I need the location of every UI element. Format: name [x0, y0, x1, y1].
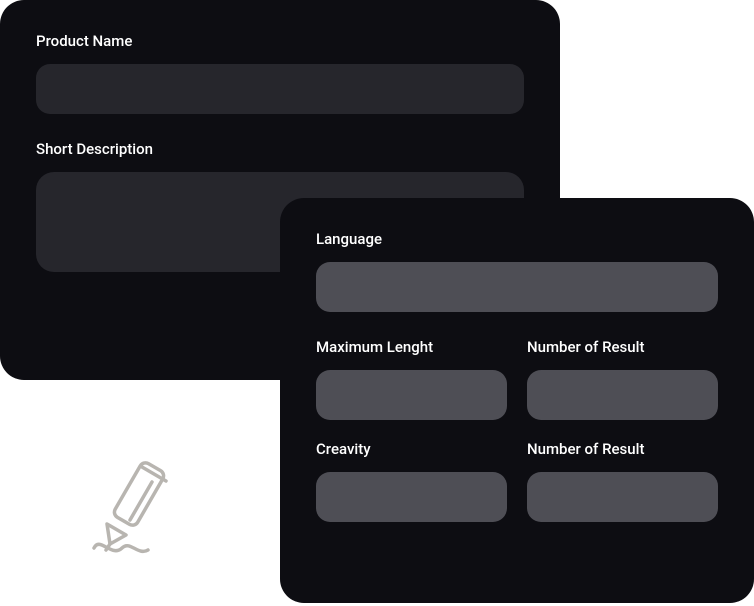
form-card-front: Language Maximum Lenght Number of Result… — [280, 198, 754, 603]
short-description-label: Short Description — [36, 140, 524, 158]
col-number-result-2: Number of Result — [527, 440, 718, 542]
maximum-length-label: Maximum Lenght — [316, 338, 507, 356]
creativity-label: Creavity — [316, 440, 507, 458]
col-max-length: Maximum Lenght — [316, 338, 507, 440]
pencil-doodle-icon — [86, 448, 206, 568]
col-number-result-1: Number of Result — [527, 338, 718, 440]
product-name-input[interactable] — [36, 64, 524, 114]
row-2: Creavity Number of Result — [316, 440, 718, 542]
number-of-result-1-label: Number of Result — [527, 338, 718, 356]
language-label: Language — [316, 230, 718, 248]
number-of-result-1-input[interactable] — [527, 370, 718, 420]
creativity-input[interactable] — [316, 472, 507, 522]
product-name-label: Product Name — [36, 32, 524, 50]
number-of-result-2-input[interactable] — [527, 472, 718, 522]
language-input[interactable] — [316, 262, 718, 312]
col-creativity: Creavity — [316, 440, 507, 542]
row-1: Maximum Lenght Number of Result — [316, 338, 718, 440]
number-of-result-2-label: Number of Result — [527, 440, 718, 458]
maximum-length-input[interactable] — [316, 370, 507, 420]
